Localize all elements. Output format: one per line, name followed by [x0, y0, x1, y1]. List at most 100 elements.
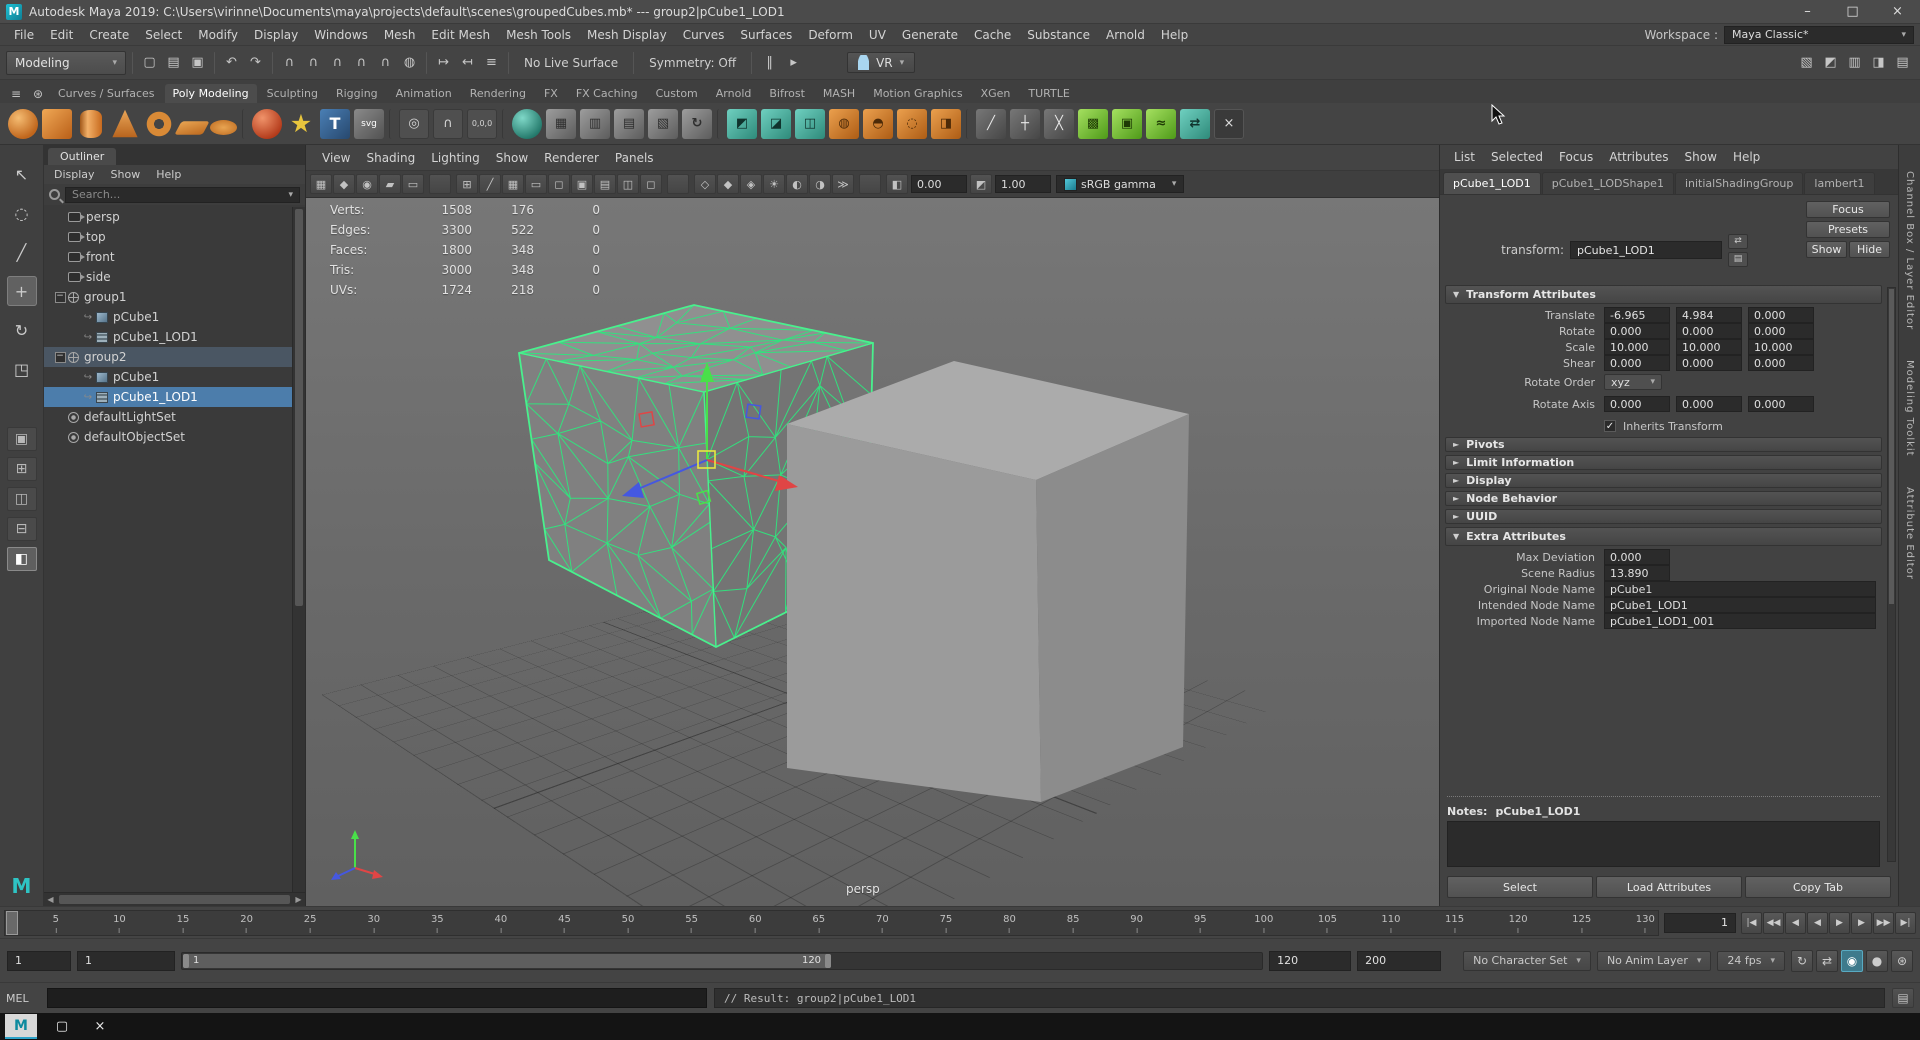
shadows-icon[interactable]: ◐ — [786, 174, 808, 194]
outliner-item-group2-pcube1[interactable]: pCube1 — [44, 367, 292, 387]
paint-select-tool[interactable]: ╱ — [7, 237, 37, 267]
remesh-icon[interactable]: ▤ — [614, 109, 644, 139]
panel-menu-shading[interactable]: Shading — [358, 148, 423, 168]
z-value-field[interactable]: 0.000 — [1748, 355, 1814, 371]
output-connections-icon[interactable]: ↤ — [456, 51, 479, 74]
focus-button[interactable]: Focus — [1806, 201, 1890, 218]
smooth-mesh-icon[interactable] — [512, 109, 542, 139]
input-connections-icon[interactable]: ↦ — [432, 51, 455, 74]
humanik-toggle-icon[interactable]: ◩ — [1819, 51, 1842, 74]
super-ellipse-icon[interactable] — [252, 109, 282, 139]
bridge-icon[interactable]: ◫ — [795, 109, 825, 139]
field-chart-icon[interactable]: ▤ — [594, 174, 616, 194]
outliner-menu-display[interactable]: Display — [46, 166, 103, 183]
outliner-item-defaultlightset[interactable]: defaultLightSet — [44, 407, 292, 427]
shelf-tab-sculpting[interactable]: Sculpting — [259, 84, 326, 103]
snap-to-points-icon[interactable]: ∩ — [326, 51, 349, 74]
ae-menu-focus[interactable]: Focus — [1551, 147, 1601, 167]
wireframe-icon[interactable]: ◇ — [694, 174, 716, 194]
expand-toggle-icon[interactable] — [80, 332, 96, 343]
notes-textarea[interactable] — [1447, 821, 1880, 867]
animation-end-field[interactable]: 200 — [1357, 951, 1441, 971]
shelf-tab-fx-caching[interactable]: FX Caching — [568, 84, 646, 103]
menu-curves[interactable]: Curves — [675, 25, 733, 45]
shelf-tab-fx[interactable]: FX — [536, 84, 566, 103]
grease-pencil-icon[interactable]: ╱ — [479, 174, 501, 194]
menu-uv[interactable]: UV — [861, 25, 894, 45]
snap-align-icon[interactable]: ∩ — [433, 109, 463, 139]
fps-dropdown[interactable]: 24 fps ▾ — [1717, 951, 1785, 971]
crease-icon[interactable]: ╳ — [1044, 109, 1074, 139]
menu-arnold[interactable]: Arnold — [1098, 25, 1153, 45]
snap-to-projected-center-icon[interactable]: ∩ — [350, 51, 373, 74]
shelf-tab-animation[interactable]: Animation — [388, 84, 460, 103]
symmetry-indicator[interactable]: Symmetry: Off — [640, 54, 745, 72]
side-tab-modeling-toolkit[interactable]: Modeling Toolkit — [1904, 360, 1915, 457]
x-value-field[interactable]: 0.000 — [1604, 323, 1670, 339]
menu-mesh[interactable]: Mesh — [376, 25, 424, 45]
modeling-toolkit-toggle-icon[interactable]: ▧ — [1795, 51, 1818, 74]
connect-icon[interactable]: ┼ — [1010, 109, 1040, 139]
poly-disc-icon[interactable] — [210, 120, 237, 135]
play-forwards-button[interactable]: ▶ — [1829, 912, 1850, 934]
menu-display[interactable]: Display — [246, 25, 306, 45]
scroll-left-icon[interactable]: ◀ — [44, 895, 57, 904]
z-value-field[interactable]: 0.000 — [1748, 396, 1814, 412]
time-snap-icon[interactable]: ◉ — [1841, 950, 1863, 972]
menu-set-dropdown[interactable]: Modeling ▾ — [6, 51, 126, 75]
gate-mask-icon[interactable]: ▣ — [571, 174, 593, 194]
load-attributes-button[interactable]: Load Attributes — [1596, 876, 1742, 898]
ae-tab-pcube1-lodshape1[interactable]: pCube1_LODShape1 — [1542, 172, 1674, 194]
outliner-item-side[interactable]: side — [44, 267, 292, 287]
select-camera-icon[interactable]: ▦ — [310, 174, 332, 194]
minimize-button[interactable]: – — [1785, 0, 1830, 23]
menu-substance[interactable]: Substance — [1019, 25, 1098, 45]
scrollbar-thumb[interactable] — [59, 895, 290, 904]
delete-history-icon[interactable]: × — [1214, 109, 1244, 139]
attribute-value-field[interactable]: pCube1_LOD1 — [1604, 597, 1876, 613]
poly-cube-icon[interactable] — [42, 109, 72, 139]
boolean-icon[interactable]: ◍ — [829, 109, 859, 139]
step-forward-key-button[interactable]: ▶ — [1851, 912, 1872, 934]
poly-sphere-icon[interactable] — [8, 109, 38, 139]
command-input[interactable] — [47, 988, 707, 1008]
attribute-editor-scrollbar[interactable] — [1887, 287, 1896, 862]
subdivide-icon[interactable]: ▦ — [546, 109, 576, 139]
bookmarks-icon[interactable]: ▰ — [379, 174, 401, 194]
outliner-vertical-scrollbar[interactable] — [292, 207, 305, 892]
go-to-end-button[interactable]: ▶| — [1895, 912, 1916, 934]
z-value-field[interactable]: 0.000 — [1748, 307, 1814, 323]
x-value-field[interactable]: 10.000 — [1604, 339, 1670, 355]
menu-generate[interactable]: Generate — [894, 25, 966, 45]
expand-toggle-icon[interactable] — [80, 312, 96, 323]
switch-node-icon[interactable]: ⇄ — [1728, 234, 1748, 249]
poly-cylinder-icon[interactable] — [80, 110, 102, 138]
shelf-tab-curves-surfaces[interactable]: Curves / Surfaces — [50, 84, 163, 103]
copy-tab-button[interactable]: Copy Tab — [1745, 876, 1891, 898]
shelf-tab-poly-modeling[interactable]: Poly Modeling — [165, 84, 257, 103]
type-tool-icon[interactable]: T — [320, 109, 350, 139]
panel-menu-lighting[interactable]: Lighting — [423, 148, 488, 168]
scroll-right-icon[interactable]: ▶ — [292, 895, 305, 904]
y-value-field[interactable]: 10.000 — [1676, 339, 1742, 355]
ae-tab-initialshadinggroup[interactable]: initialShadingGroup — [1675, 172, 1803, 194]
playback-range-bar[interactable]: 1 120 — [183, 954, 831, 968]
attribute-value-field[interactable]: 0.000 — [1604, 549, 1670, 565]
x-value-field[interactable]: 0.000 — [1604, 396, 1670, 412]
make-live-shelf-icon[interactable]: ▣ — [1112, 109, 1142, 139]
x-value-field[interactable]: -6.965 — [1604, 307, 1670, 323]
snap-to-curves-icon[interactable]: ∩ — [302, 51, 325, 74]
resolution-gate-icon[interactable]: ◻ — [548, 174, 570, 194]
rotate-order-dropdown[interactable]: xyz ▾ — [1604, 374, 1662, 390]
shelf-tab-xgen[interactable]: XGen — [973, 84, 1019, 103]
retopologize-icon[interactable]: ▧ — [648, 109, 678, 139]
transform-name-field[interactable]: pCube1_LOD1 — [1570, 241, 1722, 259]
grid-icon[interactable]: ▦ — [502, 174, 524, 194]
make-live-icon[interactable]: ◍ — [398, 51, 421, 74]
vr-dropdown[interactable]: VR ▾ — [847, 52, 915, 73]
view-transform-dropdown[interactable]: sRGB gamma ▾ — [1056, 175, 1184, 193]
x-value-field[interactable]: 0.000 — [1604, 355, 1670, 371]
ae-menu-help[interactable]: Help — [1725, 147, 1768, 167]
outliner-horizontal-scrollbar[interactable]: ◀ ▶ — [44, 892, 305, 906]
shelf-tab-arnold[interactable]: Arnold — [708, 84, 760, 103]
